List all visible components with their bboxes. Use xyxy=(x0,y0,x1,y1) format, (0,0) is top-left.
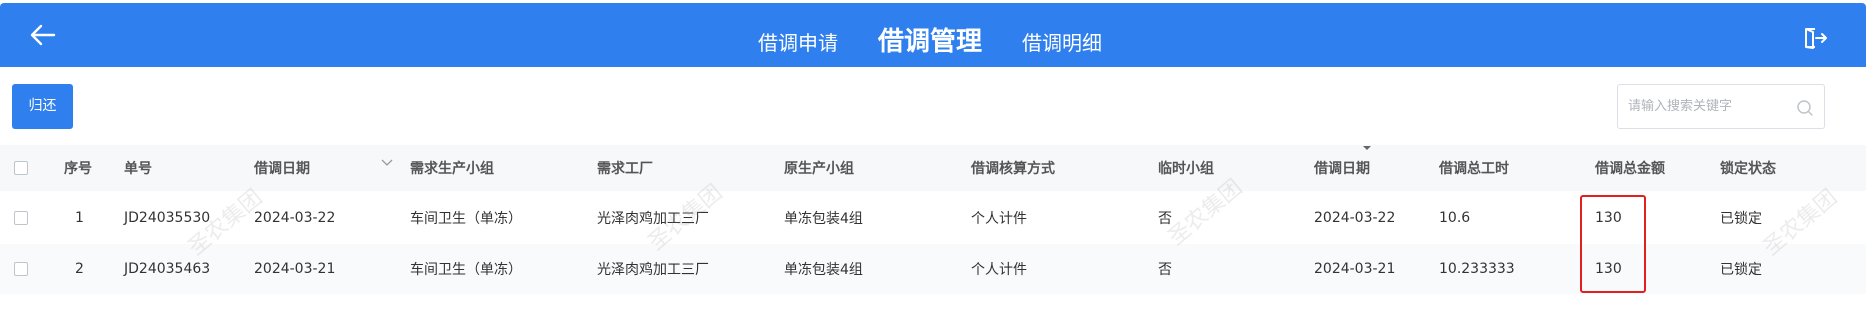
column-header: 锁定状态 xyxy=(1720,161,1776,177)
table-cell: 个人计件 xyxy=(971,210,1027,227)
table-cell: 否 xyxy=(1158,210,1172,227)
table-cell: 否 xyxy=(1158,262,1172,278)
column-header: 需求生产小组 xyxy=(410,161,494,177)
tab-borrow-apply[interactable]: 借调申请 xyxy=(758,27,838,56)
column-header: 借调日期 xyxy=(1314,161,1370,177)
column-header: 需求工厂 xyxy=(597,161,653,177)
table-cell: 光泽肉鸡加工三厂 xyxy=(597,210,709,227)
tab-borrow-detail[interactable]: 借调明细 xyxy=(1022,27,1102,56)
table-cell: 10.233333 xyxy=(1439,261,1515,277)
column-header: 借调总金额 xyxy=(1595,161,1665,177)
tab-borrow-manage[interactable]: 借调管理 xyxy=(878,21,982,58)
table-cell: 光泽肉鸡加工三厂 xyxy=(597,262,709,278)
top-bar: 借调申请 借调管理 借调明细 xyxy=(0,3,1866,67)
header-tabs: 借调申请 借调管理 借调明细 xyxy=(0,3,1866,67)
page: 借调申请 借调管理 借调明细 归还 序号 单号 借调日期 xyxy=(0,0,1868,315)
table-cell: 2024-03-22 xyxy=(254,209,336,226)
table-cell: 单冻包装4组 xyxy=(784,210,863,227)
select-all-checkbox[interactable] xyxy=(14,161,28,175)
table-cell: 已锁定 xyxy=(1720,210,1762,227)
table-cell: 车间卫生（单冻） xyxy=(410,210,522,227)
table-cell: 车间卫生（单冻） xyxy=(410,262,522,278)
column-header: 序号 xyxy=(64,161,92,177)
table-cell: 10.6 xyxy=(1439,209,1471,226)
table-header-row: 序号 单号 借调日期 需求生产小组 需求工厂 原生产小组 借调核算方式 临时小组… xyxy=(0,145,1866,191)
table-cell: 个人计件 xyxy=(971,262,1027,278)
search-box xyxy=(1617,84,1825,129)
column-header: 借调核算方式 xyxy=(971,161,1055,177)
table-cell: 2024-03-22 xyxy=(1314,209,1396,226)
return-button[interactable]: 归还 xyxy=(12,84,73,129)
logout-icon[interactable] xyxy=(1802,26,1828,50)
column-header: 借调总工时 xyxy=(1439,161,1509,177)
column-header: 借调日期 xyxy=(254,161,310,177)
table-cell: JD24035463 xyxy=(124,261,211,277)
row-checkbox[interactable] xyxy=(14,262,28,276)
column-header: 原生产小组 xyxy=(784,161,854,177)
table-cell: 2 xyxy=(75,261,84,277)
table-cell: 单冻包装4组 xyxy=(784,262,863,278)
column-header: 单号 xyxy=(124,161,152,177)
highlight-box xyxy=(1580,195,1646,293)
table-cell: 1 xyxy=(75,209,84,226)
table-cell: 2024-03-21 xyxy=(1314,261,1396,277)
row-checkbox[interactable] xyxy=(14,210,28,225)
chevron-down-icon[interactable] xyxy=(380,158,394,168)
table-cell: JD24035530 xyxy=(124,209,211,226)
table-cell: 2024-03-21 xyxy=(254,261,336,277)
table-cell: 已锁定 xyxy=(1720,262,1762,278)
column-header: 临时小组 xyxy=(1158,161,1214,177)
search-input[interactable] xyxy=(1628,85,1788,128)
search-icon[interactable] xyxy=(1796,99,1814,117)
